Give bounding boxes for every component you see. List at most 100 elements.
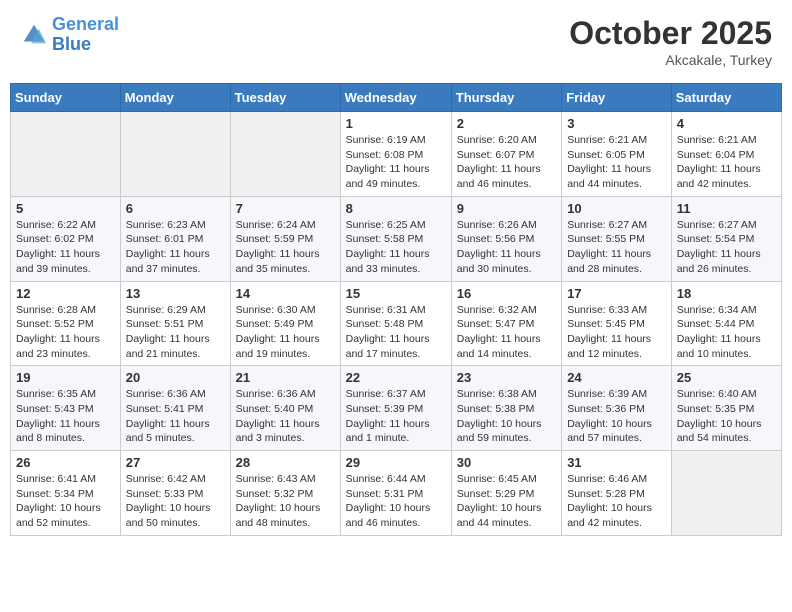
calendar-cell [11,112,121,197]
weekday-header: Sunday [11,84,121,112]
calendar-cell: 29 Sunrise: 6:44 AM Sunset: 5:31 PM Dayli… [340,451,451,536]
calendar-cell: 20Sunrise: 6:36 AM Sunset: 5:41 PM Dayli… [120,366,230,451]
day-number: 26 [16,455,115,470]
day-info: Sunrise: 6:27 AM Sunset: 5:54 PM Dayligh… [677,218,776,277]
calendar-cell: 1 Sunrise: 6:19 AM Sunset: 6:08 PM Daylig… [340,112,451,197]
day-number: 28 [236,455,335,470]
day-number: 15 [346,286,446,301]
day-number: 14 [236,286,335,301]
day-info: Sunrise: 6:19 AM Sunset: 6:08 PM Dayligh… [346,133,446,192]
day-number: 7 [236,201,335,216]
calendar-table: SundayMondayTuesdayWednesdayThursdayFrid… [10,83,782,536]
day-info: Sunrise: 6:22 AM Sunset: 6:02 PM Dayligh… [16,218,115,277]
calendar-cell: 22Sunrise: 6:37 AM Sunset: 5:39 PM Dayli… [340,366,451,451]
page-header: General Blue October 2025 Akcakale, Turk… [10,10,782,73]
calendar-cell: 30Sunrise: 6:45 AM Sunset: 5:29 PM Dayli… [451,451,561,536]
calendar-week-row: 5 Sunrise: 6:22 AM Sunset: 6:02 PM Daylig… [11,196,782,281]
day-info: Sunrise: 6:21 AM Sunset: 6:04 PM Dayligh… [677,133,776,192]
day-number: 16 [457,286,556,301]
logo-general: General [52,14,119,34]
day-info: Sunrise: 6:20 AM Sunset: 6:07 PM Dayligh… [457,133,556,192]
day-number: 24 [567,370,666,385]
day-info: Sunrise: 6:35 AM Sunset: 5:43 PM Dayligh… [16,387,115,446]
day-info: Sunrise: 6:37 AM Sunset: 5:39 PM Dayligh… [346,387,446,446]
calendar-week-row: 26Sunrise: 6:41 AM Sunset: 5:34 PM Dayli… [11,451,782,536]
day-info: Sunrise: 6:34 AM Sunset: 5:44 PM Dayligh… [677,303,776,362]
day-number: 13 [126,286,225,301]
day-number: 10 [567,201,666,216]
day-number: 9 [457,201,556,216]
day-info: Sunrise: 6:32 AM Sunset: 5:47 PM Dayligh… [457,303,556,362]
calendar-cell: 11 Sunrise: 6:27 AM Sunset: 5:54 PM Dayli… [671,196,781,281]
calendar-week-row: 1 Sunrise: 6:19 AM Sunset: 6:08 PM Daylig… [11,112,782,197]
day-number: 27 [126,455,225,470]
logo-icon [20,21,48,49]
title-block: October 2025 Akcakale, Turkey [569,15,772,68]
day-info: Sunrise: 6:36 AM Sunset: 5:40 PM Dayligh… [236,387,335,446]
day-info: Sunrise: 6:31 AM Sunset: 5:48 PM Dayligh… [346,303,446,362]
day-info: Sunrise: 6:39 AM Sunset: 5:36 PM Dayligh… [567,387,666,446]
calendar-cell: 13 Sunrise: 6:29 AM Sunset: 5:51 PM Dayli… [120,281,230,366]
calendar-cell: 17Sunrise: 6:33 AM Sunset: 5:45 PM Dayli… [562,281,672,366]
calendar-cell [671,451,781,536]
calendar-cell: 4 Sunrise: 6:21 AM Sunset: 6:04 PM Daylig… [671,112,781,197]
logo-blue: Blue [52,34,91,54]
calendar-cell: 10 Sunrise: 6:27 AM Sunset: 5:55 PM Dayli… [562,196,672,281]
day-info: Sunrise: 6:27 AM Sunset: 5:55 PM Dayligh… [567,218,666,277]
day-info: Sunrise: 6:45 AM Sunset: 5:29 PM Dayligh… [457,472,556,531]
calendar-cell: 19Sunrise: 6:35 AM Sunset: 5:43 PM Dayli… [11,366,121,451]
calendar-cell: 5 Sunrise: 6:22 AM Sunset: 6:02 PM Daylig… [11,196,121,281]
calendar-cell [120,112,230,197]
calendar-cell: 8 Sunrise: 6:25 AM Sunset: 5:58 PM Daylig… [340,196,451,281]
weekday-header: Monday [120,84,230,112]
day-info: Sunrise: 6:24 AM Sunset: 5:59 PM Dayligh… [236,218,335,277]
day-info: Sunrise: 6:44 AM Sunset: 5:31 PM Dayligh… [346,472,446,531]
day-info: Sunrise: 6:43 AM Sunset: 5:32 PM Dayligh… [236,472,335,531]
calendar-cell: 25 Sunrise: 6:40 AM Sunset: 5:35 PM Dayli… [671,366,781,451]
calendar-cell: 2 Sunrise: 6:20 AM Sunset: 6:07 PM Daylig… [451,112,561,197]
day-number: 11 [677,201,776,216]
weekday-header: Wednesday [340,84,451,112]
day-info: Sunrise: 6:38 AM Sunset: 5:38 PM Dayligh… [457,387,556,446]
day-info: Sunrise: 6:29 AM Sunset: 5:51 PM Dayligh… [126,303,225,362]
calendar-cell: 3Sunrise: 6:21 AM Sunset: 6:05 PM Daylig… [562,112,672,197]
day-number: 4 [677,116,776,131]
day-number: 25 [677,370,776,385]
day-info: Sunrise: 6:23 AM Sunset: 6:01 PM Dayligh… [126,218,225,277]
logo: General Blue [20,15,119,55]
calendar-week-row: 19Sunrise: 6:35 AM Sunset: 5:43 PM Dayli… [11,366,782,451]
calendar-cell: 14Sunrise: 6:30 AM Sunset: 5:49 PM Dayli… [230,281,340,366]
day-info: Sunrise: 6:28 AM Sunset: 5:52 PM Dayligh… [16,303,115,362]
day-info: Sunrise: 6:42 AM Sunset: 5:33 PM Dayligh… [126,472,225,531]
day-number: 2 [457,116,556,131]
calendar-cell: 7 Sunrise: 6:24 AM Sunset: 5:59 PM Daylig… [230,196,340,281]
calendar-cell: 12 Sunrise: 6:28 AM Sunset: 5:52 PM Dayli… [11,281,121,366]
weekday-header: Tuesday [230,84,340,112]
day-number: 8 [346,201,446,216]
calendar-cell: 23Sunrise: 6:38 AM Sunset: 5:38 PM Dayli… [451,366,561,451]
month-title: October 2025 [569,15,772,52]
day-number: 31 [567,455,666,470]
calendar-week-row: 12 Sunrise: 6:28 AM Sunset: 5:52 PM Dayli… [11,281,782,366]
calendar-cell: 26Sunrise: 6:41 AM Sunset: 5:34 PM Dayli… [11,451,121,536]
day-info: Sunrise: 6:25 AM Sunset: 5:58 PM Dayligh… [346,218,446,277]
day-info: Sunrise: 6:40 AM Sunset: 5:35 PM Dayligh… [677,387,776,446]
day-info: Sunrise: 6:46 AM Sunset: 5:28 PM Dayligh… [567,472,666,531]
day-info: Sunrise: 6:21 AM Sunset: 6:05 PM Dayligh… [567,133,666,192]
weekday-header: Thursday [451,84,561,112]
day-info: Sunrise: 6:26 AM Sunset: 5:56 PM Dayligh… [457,218,556,277]
day-number: 29 [346,455,446,470]
location-subtitle: Akcakale, Turkey [569,52,772,68]
day-info: Sunrise: 6:33 AM Sunset: 5:45 PM Dayligh… [567,303,666,362]
day-info: Sunrise: 6:36 AM Sunset: 5:41 PM Dayligh… [126,387,225,446]
day-number: 5 [16,201,115,216]
day-number: 18 [677,286,776,301]
calendar-cell: 27 Sunrise: 6:42 AM Sunset: 5:33 PM Dayli… [120,451,230,536]
day-number: 12 [16,286,115,301]
weekday-header: Friday [562,84,672,112]
weekday-header: Saturday [671,84,781,112]
calendar-cell: 28 Sunrise: 6:43 AM Sunset: 5:32 PM Dayli… [230,451,340,536]
weekday-header-row: SundayMondayTuesdayWednesdayThursdayFrid… [11,84,782,112]
day-number: 1 [346,116,446,131]
calendar-cell: 31 Sunrise: 6:46 AM Sunset: 5:28 PM Dayli… [562,451,672,536]
